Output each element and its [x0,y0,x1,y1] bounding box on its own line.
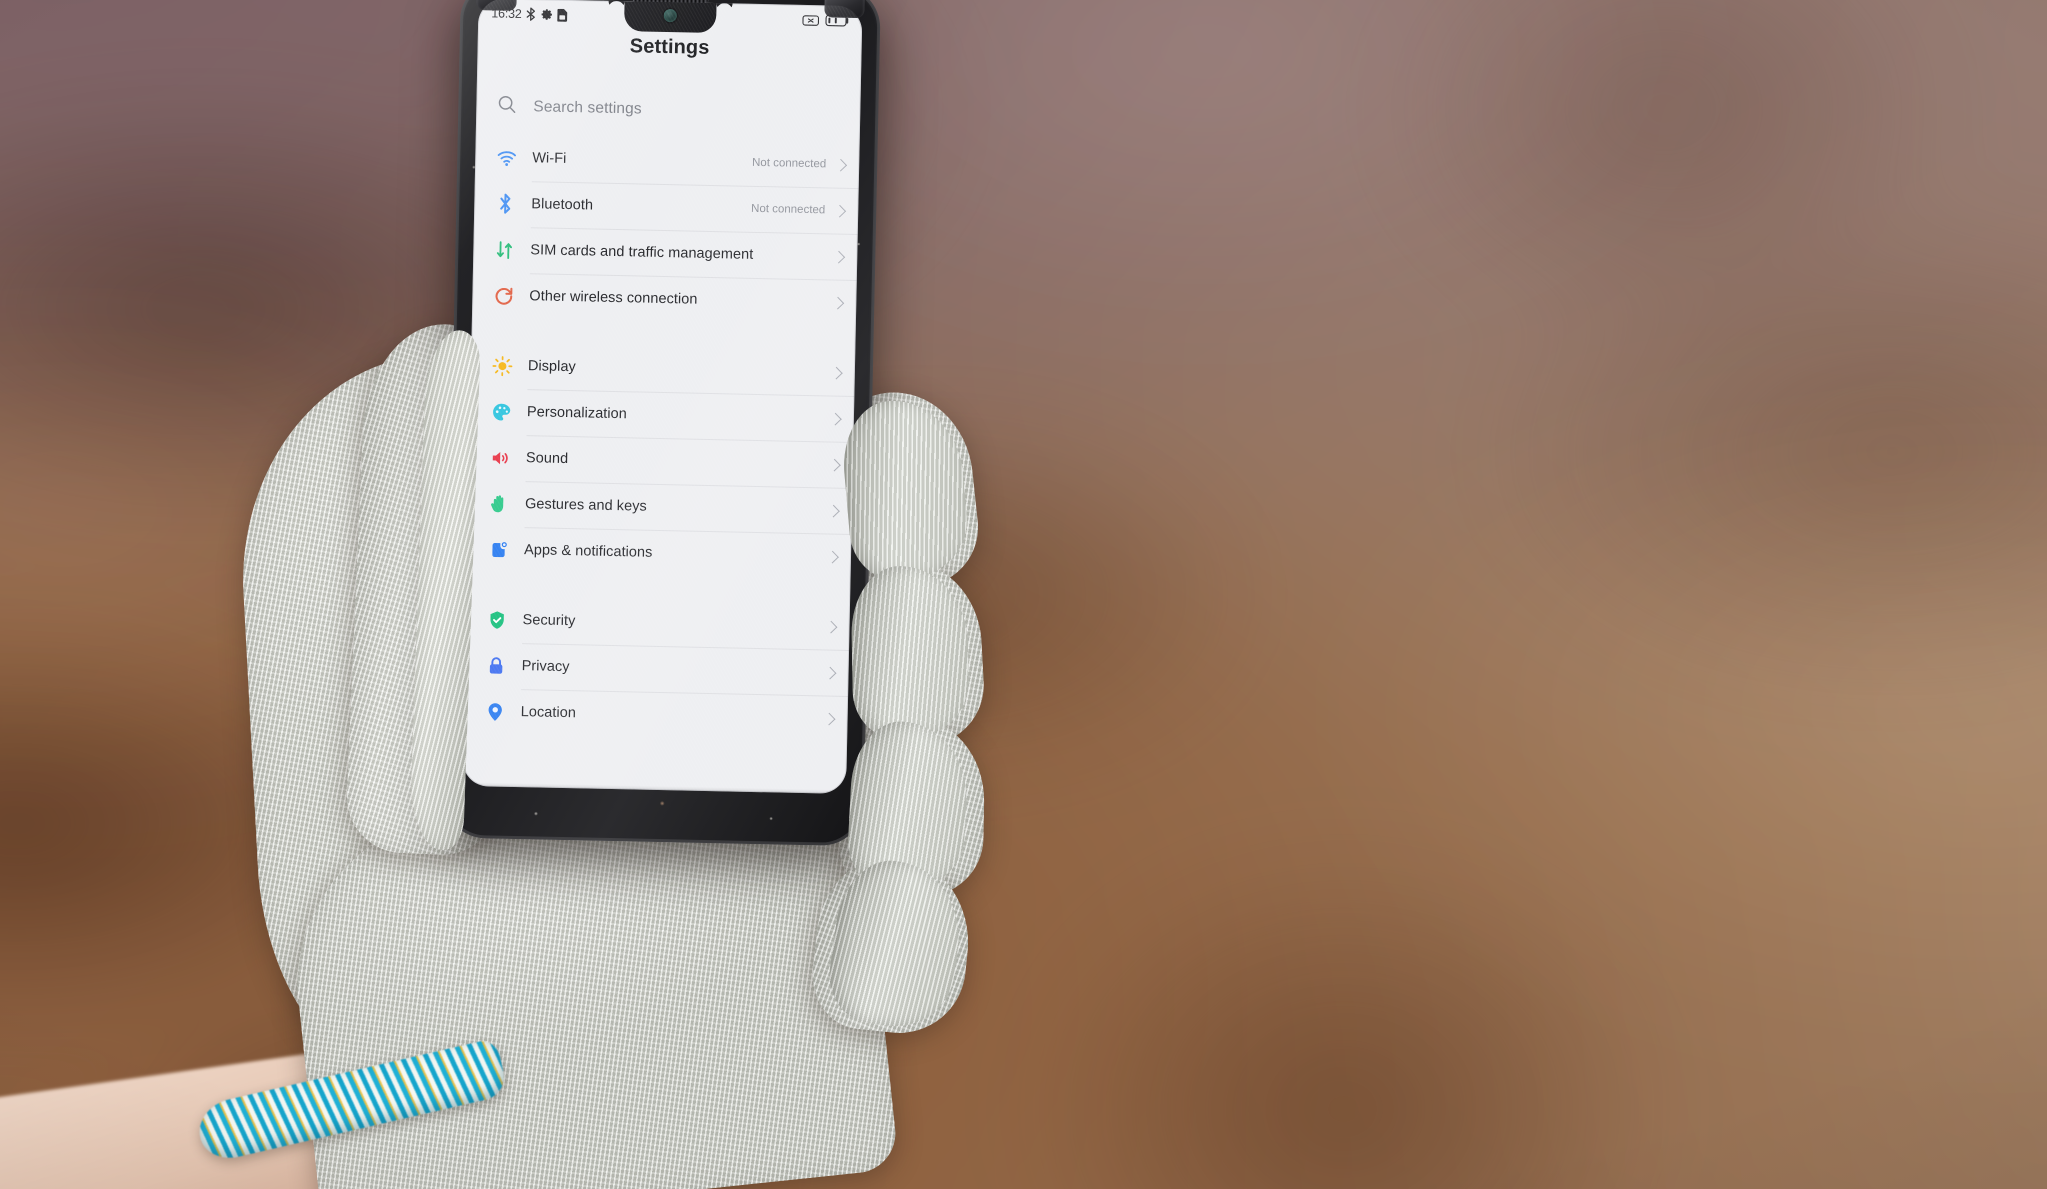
search-input[interactable]: Search settings [533,98,642,118]
chevron-right-icon [833,204,847,218]
chevron-right-icon [823,666,837,679]
sidebar-item-label: Bluetooth [531,196,594,214]
sidebar-item-label: Display [527,358,576,376]
apps-icon [487,538,509,560]
bluetooth-icon [494,192,516,214]
page-title: Settings [629,35,710,59]
sidebar-item-sound[interactable]: Sound [469,434,854,488]
chevron-right-icon [829,412,842,425]
photo-scene: 16:32 Settings Search settings Wi-Fi Not… [0,0,2047,1189]
settings-group-device: Display Personalization Sound Gestures a… [467,342,856,580]
hand-icon [488,492,510,514]
location-pin-icon [483,700,505,722]
silent-mode-icon [802,14,820,26]
chevron-right-icon [824,620,838,633]
sidebar-item-label: Privacy [521,658,570,676]
settings-list[interactable]: Wi-Fi Not connected Bluetooth Not connec… [462,134,860,794]
status-bar-right [802,14,849,27]
sun-icon [491,354,513,376]
sidebar-item-gestures-and-keys[interactable]: Gestures and keys [468,480,853,534]
settings-group-connectivity: Wi-Fi Not connected Bluetooth Not connec… [472,134,860,326]
sidebar-item-personalization[interactable]: Personalization [469,388,854,442]
status-bar-left: 16:32 [491,6,568,22]
chevron-right-icon [834,158,848,172]
sidebar-item-label: Apps & notifications [523,542,653,561]
settings-group-privacy: Security Privacy Location [463,596,850,742]
chevron-right-icon [831,296,845,310]
sidebar-item-label: Sound [525,450,569,468]
sidebar-item-other-wireless[interactable]: Other wireless connection [472,272,857,326]
shield-check-icon [485,608,507,630]
search-icon [496,93,518,119]
sidebar-item-location[interactable]: Location [463,688,848,742]
status-bar: 16:32 [478,0,863,36]
bluetooth-icon [526,7,536,21]
speaker-icon [489,446,511,468]
chevron-right-icon [826,550,839,563]
chevron-right-icon [827,504,840,517]
sidebar-item-label: Security [522,612,576,630]
sim-card-icon [557,8,568,22]
sidebar-item-label: SIM cards and traffic management [530,242,754,263]
chevron-right-icon [822,712,836,725]
chevron-right-icon [829,366,843,380]
phone-screen: 16:32 Settings Search settings Wi-Fi Not… [462,0,863,794]
wifi-icon [495,146,517,168]
battery-icon [825,14,849,27]
sidebar-item-label: Wi-Fi [532,150,567,167]
status-badge: Not connected [751,156,827,171]
status-badge: Not connected [750,202,826,217]
sidebar-item-wifi[interactable]: Wi-Fi Not connected [475,134,860,188]
search-bar[interactable]: Search settings [476,84,861,136]
lock-icon [484,654,506,676]
sidebar-item-privacy[interactable]: Privacy [464,642,849,696]
sidebar-item-apps-notifications[interactable]: Apps & notifications [467,526,852,580]
other-wireless-icon [492,284,514,306]
sidebar-item-bluetooth[interactable]: Bluetooth Not connected [474,180,859,234]
sidebar-item-sim-cards[interactable]: SIM cards and traffic management [473,226,858,280]
chevron-right-icon [828,458,841,471]
sim-traffic-icon [493,238,515,260]
sidebar-item-display[interactable]: Display [470,342,855,396]
sidebar-item-label: Personalization [526,404,628,423]
phone-device: 16:32 Settings Search settings Wi-Fi Not… [443,0,881,847]
gear-icon [541,8,553,20]
palette-icon [490,400,512,422]
chevron-right-icon [832,250,846,264]
sidebar-item-security[interactable]: Security [465,596,850,650]
sidebar-item-label: Gestures and keys [524,496,647,515]
sidebar-item-label: Location [520,704,577,722]
sidebar-item-label: Other wireless connection [529,288,698,308]
status-time: 16:32 [491,6,522,21]
